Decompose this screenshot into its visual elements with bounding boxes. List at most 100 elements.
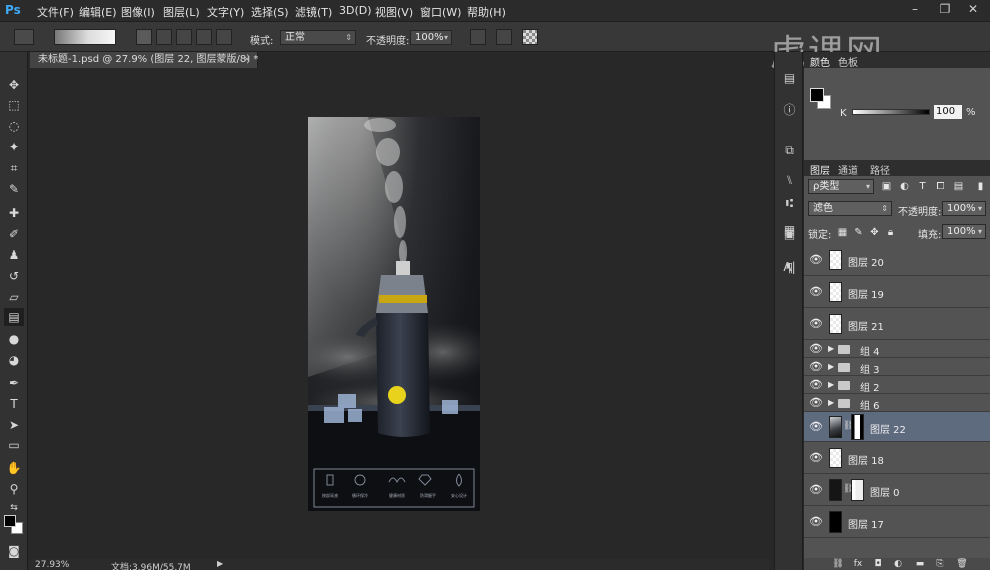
brush-presets-icon[interactable]: ⑊ [781,172,798,188]
brush-tool-icon[interactable]: ✐ [4,225,24,243]
blend-mode-dropdown[interactable]: 滤色 ⇕ [808,201,892,216]
marquee-tool-icon[interactable]: ⬚ [4,96,24,114]
layer-kind-filter[interactable]: ρ类型 ▾ [808,179,874,194]
expand-triangle-icon[interactable]: ▶ [828,398,834,407]
expand-triangle-icon[interactable]: ▶ [828,362,834,371]
folder-icon[interactable]: ▬ [914,558,926,570]
reflected-gradient-icon[interactable] [196,29,212,45]
layer-row[interactable]: 👁︎ 图层 17 [804,506,990,538]
history-brush-icon[interactable]: ↺ [4,267,24,285]
visibility-eye-icon[interactable]: 👁︎ [809,420,823,433]
menu-view[interactable]: 视图(V) [375,4,413,20]
zoom-level[interactable]: 27.93% [35,560,69,570]
layer-row-selected[interactable]: 👁︎ ⛓︎ 图层 22 [804,412,990,442]
visibility-eye-icon[interactable]: 👁︎ [809,451,823,464]
layer-mask-thumbnail[interactable] [851,414,864,440]
fill-dropdown[interactable]: 100% ▾ [942,224,986,239]
close-tab-icon[interactable]: × [243,52,251,68]
visibility-eye-icon[interactable]: 👁︎ [809,285,823,298]
visibility-eye-icon[interactable]: 👁︎ [809,515,823,528]
eraser-icon[interactable]: ▱ [4,288,24,306]
close-icon[interactable]: ✕ [964,2,982,18]
visibility-eye-icon[interactable]: 👁︎ [809,317,823,330]
document-tab[interactable]: 未标题-1.psd @ 27.9% (图层 22, 图层蒙版/8) * × [30,52,258,68]
group-row[interactable]: 👁︎ ▶ 组 3 [804,358,990,376]
move-tool-icon[interactable]: ✥ [4,76,24,94]
tab-channels[interactable]: 通道 [836,162,860,177]
gradient-tool-icon[interactable]: ▤ [4,308,24,326]
menu-file[interactable]: 文件(F) [37,4,74,20]
visibility-eye-icon[interactable]: 👁︎ [809,253,823,266]
stamp-tool-icon[interactable]: ♟ [4,246,24,264]
menu-edit[interactable]: 编辑(E) [79,4,117,20]
lock-position-icon[interactable]: ✥ [868,226,881,239]
menu-layer[interactable]: 图层(L) [163,4,200,20]
info-icon[interactable]: ⓘ [781,102,798,118]
filter-shape-icon[interactable]: ⧠ [934,180,947,193]
trash-icon[interactable]: 🗑︎ [956,558,968,570]
canvas-artwork[interactable]: 按部采液 循环保冷 健康材质 防滑握手 安心设计 [308,117,480,511]
eyedropper-icon[interactable]: ✎ [4,180,24,198]
opacity-dropdown[interactable]: 100% ▾ [410,30,452,45]
tab-swatches[interactable]: 色板 [836,54,860,69]
foreground-color[interactable] [4,515,16,527]
path-select-icon[interactable]: ➤ [4,416,24,434]
tab-color[interactable]: 颜色 [808,54,832,69]
linear-gradient-icon[interactable] [136,29,152,45]
visibility-eye-icon[interactable]: 👁︎ [809,483,823,496]
clone-source-icon[interactable]: ⧉ [781,142,798,158]
character-icon[interactable]: A| [781,259,798,275]
pen-tool-icon[interactable]: ✒ [4,374,24,392]
expand-triangle-icon[interactable]: ▶ [828,344,834,353]
visibility-eye-icon[interactable]: 👁︎ [809,342,823,355]
dodge-tool-icon[interactable]: ◕ [4,351,24,369]
layer-row[interactable]: 👁︎ 图层 19 [804,276,990,308]
magic-wand-icon[interactable]: ✦ [4,138,24,156]
k-channel-slider[interactable] [852,109,930,115]
type-tool-icon[interactable]: T [4,395,24,413]
mode-dropdown[interactable]: 正常 ⇕ [280,30,356,45]
expand-triangle-icon[interactable]: ▶ [828,380,834,389]
zoom-tool-icon[interactable]: ⚲ [4,480,24,498]
restore-icon[interactable]: ❐ [936,2,954,18]
brush-icon[interactable]: ⑆ [781,195,798,211]
group-row[interactable]: 👁︎ ▶ 组 2 [804,376,990,394]
visibility-eye-icon[interactable]: 👁︎ [809,378,823,391]
menu-window[interactable]: 窗口(W) [420,4,461,20]
filter-adjustment-icon[interactable]: ◐ [898,180,911,193]
new-layer-icon[interactable]: ⎘ [934,558,946,570]
status-menu-icon[interactable]: ▶ [217,559,223,568]
filter-toggle-icon[interactable]: ▮ [974,180,987,193]
lock-all-icon[interactable]: 🔒︎ [884,226,897,239]
gradient-preview[interactable] [54,29,116,45]
quick-mask-icon[interactable]: ◙ [4,542,24,560]
hand-tool-icon[interactable]: ✋ [4,459,24,477]
crop-tool-icon[interactable]: ⌗ [4,159,24,177]
filter-type-icon[interactable]: T [916,180,929,193]
group-row[interactable]: 👁︎ ▶ 组 4 [804,340,990,358]
fx-icon[interactable]: fx [852,558,864,570]
history-icon[interactable]: ▤ [781,70,798,86]
layer-row[interactable]: 👁︎ ⛓︎ 图层 0 [804,474,990,506]
layer-row[interactable]: 👁︎ 图层 21 [804,308,990,340]
layer-row[interactable]: 👁︎ 图层 18 [804,442,990,474]
diamond-gradient-icon[interactable] [216,29,232,45]
blur-tool-icon[interactable]: ● [4,330,24,348]
menu-image[interactable]: 图像(I) [121,4,155,20]
filter-smart-icon[interactable]: ▤ [952,180,965,193]
adjustments-icon[interactable]: ▣ [781,226,798,242]
adjustment-icon[interactable]: ◐ [892,558,904,570]
tab-paths[interactable]: 路径 [868,162,892,177]
menu-filter[interactable]: 滤镜(T) [295,4,332,20]
lock-pixels-icon[interactable]: ✎ [852,226,865,239]
lock-transparency-icon[interactable]: ▦ [836,226,849,239]
visibility-eye-icon[interactable]: 👁︎ [809,360,823,373]
group-row[interactable]: 👁︎ ▶ 组 6 [804,394,990,412]
visibility-eye-icon[interactable]: 👁︎ [809,396,823,409]
color-foreground-swatch[interactable] [810,88,824,102]
mask-icon[interactable]: ◘ [872,558,884,570]
healing-brush-icon[interactable]: ✚ [4,204,24,222]
layer-opacity-dropdown[interactable]: 100% ▾ [942,201,986,216]
k-channel-input[interactable]: 100 [934,105,962,119]
layer-row[interactable]: 👁︎ 图层 20 [804,244,990,276]
